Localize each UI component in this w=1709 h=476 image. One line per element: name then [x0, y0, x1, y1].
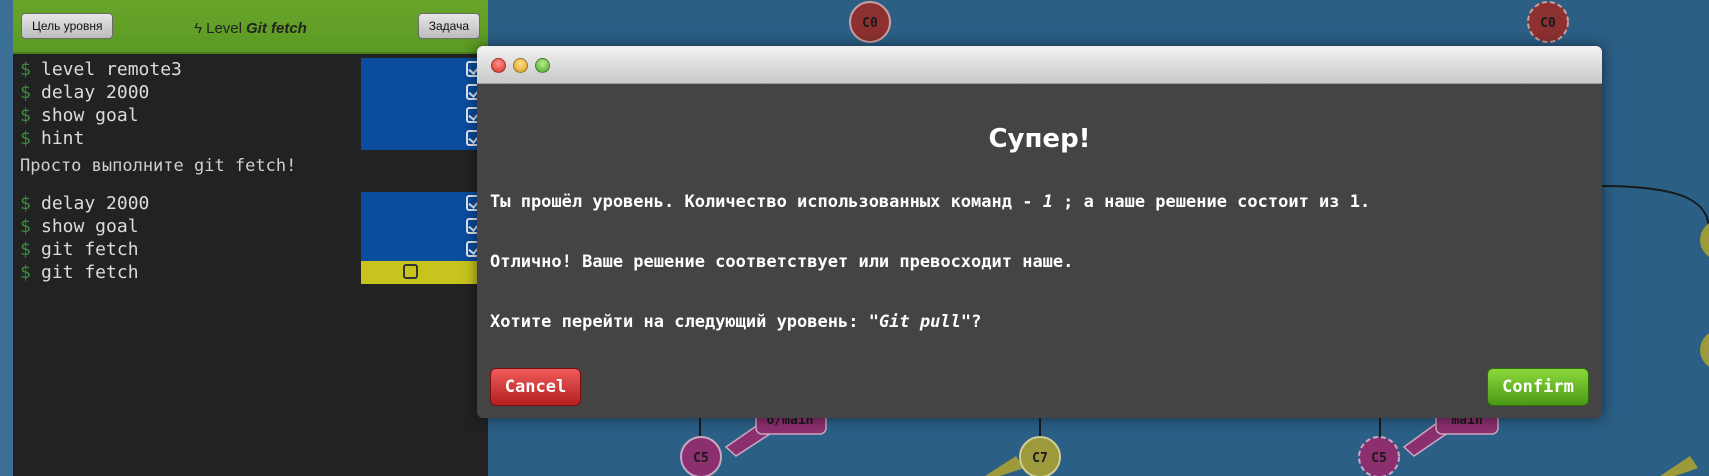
objective-button[interactable]: Цель уровня [21, 13, 114, 39]
task-button[interactable]: Задача [417, 13, 480, 39]
command-row: $ level remote3 [13, 58, 488, 81]
commit-label: C5 [1371, 451, 1387, 466]
commit-node-c5-left[interactable]: C5 [680, 436, 722, 476]
level-complete-dialog: Супер! Ты прошёл уровень. Количество исп… [477, 46, 1602, 418]
checkbox-empty-icon [403, 264, 418, 279]
next-level-name: "Git pull" [868, 312, 972, 332]
left-edge-strip [0, 0, 13, 476]
hint-text: Просто выполните git fetch! [20, 156, 297, 176]
question-mark: ? [971, 312, 982, 332]
prompt-symbol: $ [20, 216, 31, 237]
prompt-symbol: $ [20, 193, 31, 214]
prompt-symbol: $ [20, 82, 31, 103]
close-icon[interactable] [491, 58, 506, 73]
maximize-icon[interactable] [535, 58, 550, 73]
command-row: $ show goal [13, 104, 488, 127]
command-status-pending [361, 261, 488, 284]
command-row: $ delay 2000 [13, 192, 488, 215]
command-status-done [361, 215, 488, 238]
command-text: show goal [41, 105, 139, 126]
command-status-done [361, 238, 488, 261]
command-text: git fetch [41, 239, 139, 260]
level-prefix: Level [206, 20, 242, 37]
commit-nodes-edge-partial [1700, 223, 1709, 367]
command-status-done [361, 192, 488, 215]
prompt-symbol: $ [20, 105, 31, 126]
next-level-prompt: Хотите перейти на следующий уровень: "Gi… [490, 312, 981, 332]
prompt-symbol: $ [20, 239, 31, 260]
command-status-done [361, 58, 488, 81]
result-text: Ты прошёл уровень. Количество использова… [490, 192, 1043, 212]
dialog-title: Супер! [988, 124, 1091, 154]
command-terminal: Цель уровня ϟ Level Git fetch Задача $ lev… [13, 0, 488, 476]
bolt-icon: ϟ [194, 20, 203, 37]
confirm-button[interactable]: Confirm [1487, 368, 1589, 406]
command-text: git fetch [41, 262, 139, 283]
command-row: $ git fetch [13, 261, 488, 284]
command-row: $ git fetch [13, 238, 488, 261]
commit-label: C0 [1540, 16, 1556, 31]
command-text: delay 2000 [41, 82, 150, 103]
command-row: $ show goal [13, 215, 488, 238]
commit-node-c7[interactable]: C7 [1019, 436, 1061, 476]
commit-node-c0-right[interactable]: C0 [1527, 1, 1569, 43]
commit-label: C7 [1032, 451, 1048, 466]
dialog-titlebar [477, 46, 1602, 84]
command-status-done [361, 104, 488, 127]
command-text: hint [41, 128, 85, 149]
next-level-text: Хотите перейти на следующий уровень: [490, 312, 869, 332]
commit-node-c0-left[interactable]: C0 [849, 1, 891, 43]
command-row: $ delay 2000 [13, 81, 488, 104]
command-text: show goal [41, 216, 139, 237]
cancel-button[interactable]: Cancel [490, 368, 581, 406]
command-count: 1 [1042, 192, 1053, 212]
command-text: delay 2000 [41, 193, 150, 214]
command-status-done [361, 127, 488, 150]
prompt-symbol: $ [20, 59, 31, 80]
commit-label: C0 [862, 16, 878, 31]
solution-comparison-message: Отлично! Ваше решение соответствует или … [490, 252, 1074, 272]
prompt-symbol: $ [20, 262, 31, 283]
prompt-symbol: $ [20, 128, 31, 149]
branch-tag-olive[interactable] [985, 456, 1698, 476]
result-text-end: ; а наше решение состоит из 1. [1052, 192, 1371, 212]
command-row: $ hint [13, 127, 488, 150]
minimize-icon[interactable] [513, 58, 528, 73]
commit-label: C5 [693, 451, 709, 466]
level-toolbar: Цель уровня ϟ Level Git fetch Задача [13, 0, 488, 54]
command-status-done [361, 81, 488, 104]
result-message: Ты прошёл уровень. Количество использова… [490, 192, 1370, 212]
level-name: Git fetch [245, 20, 307, 37]
command-text: level remote3 [41, 59, 182, 80]
commit-node-c5-right[interactable]: C5 [1358, 436, 1400, 476]
